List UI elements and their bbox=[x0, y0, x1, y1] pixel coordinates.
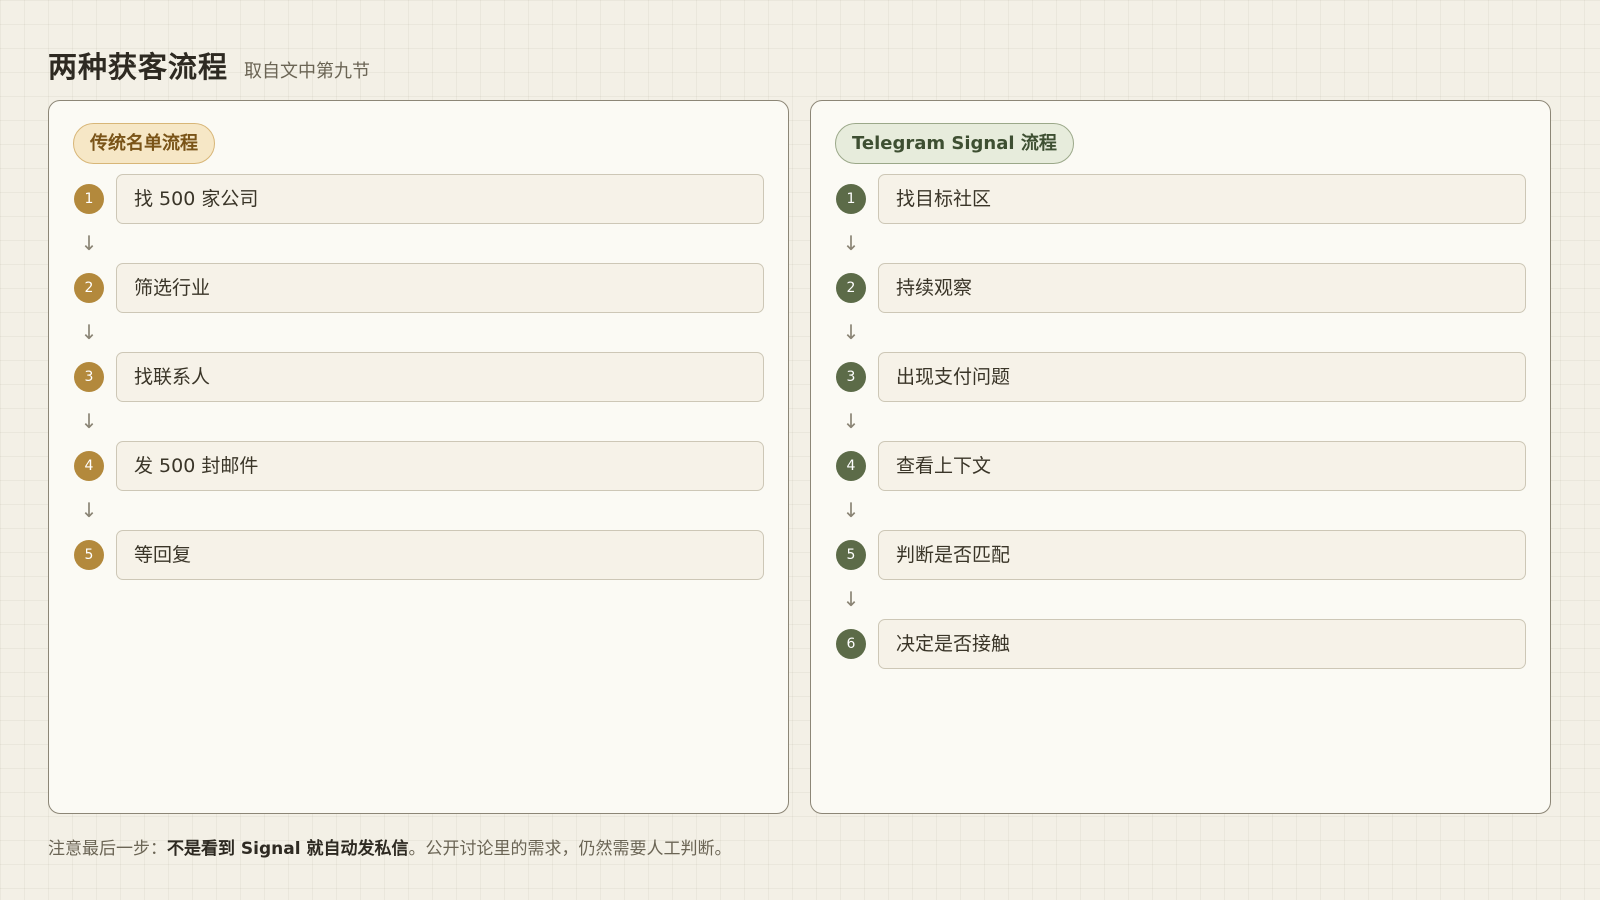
flow-step: 2 筛选行业 bbox=[73, 263, 764, 313]
flow-step: 4 查看上下文 bbox=[835, 441, 1526, 491]
step-number-badge: 5 bbox=[74, 540, 104, 570]
down-arrow-icon: ↓ bbox=[80, 498, 98, 522]
step-box: 判断是否匹配 bbox=[878, 530, 1526, 580]
flow-step: 4 发 500 封邮件 bbox=[73, 441, 764, 491]
footer-prefix: 注意最后一步： bbox=[48, 839, 167, 859]
footer-suffix: 。公开讨论里的需求，仍然需要人工判断。 bbox=[408, 839, 732, 859]
header: 两种获客流程 取自文中第九节 bbox=[48, 44, 370, 86]
down-arrow-icon: ↓ bbox=[842, 231, 860, 255]
step-number-badge: 1 bbox=[74, 184, 104, 214]
step-number-badge: 2 bbox=[836, 273, 866, 303]
signal-steps: 1 找目标社区 ↓ 2 持续观察 ↓ 3 出现支付问题 ↓ 4 查看上下文 ↓ … bbox=[835, 174, 1526, 669]
step-box: 发 500 封邮件 bbox=[116, 441, 764, 491]
step-number-badge: 2 bbox=[74, 273, 104, 303]
step-number-badge: 4 bbox=[836, 451, 866, 481]
step-number-badge: 1 bbox=[836, 184, 866, 214]
flow-step: 5 判断是否匹配 bbox=[835, 530, 1526, 580]
down-arrow-icon: ↓ bbox=[842, 320, 860, 344]
step-box: 出现支付问题 bbox=[878, 352, 1526, 402]
down-arrow-icon: ↓ bbox=[80, 320, 98, 344]
step-number-badge: 3 bbox=[836, 362, 866, 392]
telegram-signal-panel: Telegram Signal 流程 1 找目标社区 ↓ 2 持续观察 ↓ 3 … bbox=[810, 100, 1551, 814]
flow-step: 1 找 500 家公司 bbox=[73, 174, 764, 224]
telegram-signal-label: Telegram Signal 流程 bbox=[835, 123, 1074, 164]
page-subtitle: 取自文中第九节 bbox=[244, 61, 371, 82]
down-arrow-icon: ↓ bbox=[80, 409, 98, 433]
step-box: 决定是否接触 bbox=[878, 619, 1526, 669]
footer-note: 注意最后一步：不是看到 Signal 就自动发私信。公开讨论里的需求，仍然需要人… bbox=[48, 834, 731, 859]
flow-step: 1 找目标社区 bbox=[835, 174, 1526, 224]
step-box: 找 500 家公司 bbox=[116, 174, 764, 224]
flow-step: 5 等回复 bbox=[73, 530, 764, 580]
step-box: 找目标社区 bbox=[878, 174, 1526, 224]
down-arrow-icon: ↓ bbox=[842, 587, 860, 611]
flow-step: 3 出现支付问题 bbox=[835, 352, 1526, 402]
step-box: 找联系人 bbox=[116, 352, 764, 402]
step-number-badge: 4 bbox=[74, 451, 104, 481]
step-number-badge: 3 bbox=[74, 362, 104, 392]
step-number-badge: 5 bbox=[836, 540, 866, 570]
step-box: 持续观察 bbox=[878, 263, 1526, 313]
step-box: 等回复 bbox=[116, 530, 764, 580]
flow-step: 3 找联系人 bbox=[73, 352, 764, 402]
step-number-badge: 6 bbox=[836, 629, 866, 659]
page-title: 两种获客流程 bbox=[48, 50, 229, 84]
step-box: 查看上下文 bbox=[878, 441, 1526, 491]
down-arrow-icon: ↓ bbox=[80, 231, 98, 255]
traditional-list-label: 传统名单流程 bbox=[73, 123, 215, 164]
flow-step: 6 决定是否接触 bbox=[835, 619, 1526, 669]
step-box: 筛选行业 bbox=[116, 263, 764, 313]
footer-emphasis: 不是看到 Signal 就自动发私信 bbox=[167, 839, 409, 859]
down-arrow-icon: ↓ bbox=[842, 498, 860, 522]
flow-step: 2 持续观察 bbox=[835, 263, 1526, 313]
traditional-steps: 1 找 500 家公司 ↓ 2 筛选行业 ↓ 3 找联系人 ↓ 4 发 500 … bbox=[73, 174, 764, 580]
down-arrow-icon: ↓ bbox=[842, 409, 860, 433]
traditional-list-panel: 传统名单流程 1 找 500 家公司 ↓ 2 筛选行业 ↓ 3 找联系人 ↓ 4… bbox=[48, 100, 789, 814]
